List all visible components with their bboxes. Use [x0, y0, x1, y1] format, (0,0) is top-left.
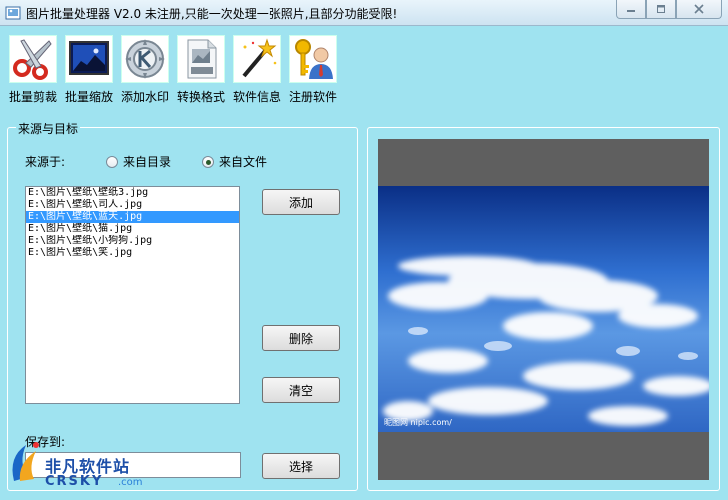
radio-label: 来自目录	[123, 155, 172, 169]
select-folder-button[interactable]: 选择	[262, 453, 340, 479]
file-list[interactable]: E:\图片\壁纸\壁纸3.jpg E:\图片\壁纸\司人.jpg E:\图片\壁…	[25, 186, 240, 404]
maximize-icon	[657, 5, 665, 13]
tool-label: 批量剪裁	[8, 90, 57, 104]
minimize-button[interactable]	[616, 0, 646, 19]
file-list-item[interactable]: E:\图片\壁纸\猫.jpg	[26, 223, 239, 235]
clear-button[interactable]: 清空	[262, 377, 340, 403]
window-title: 图片批量处理器 V2.0 未注册,只能一次处理一张照片,且部分功能受限!	[26, 7, 398, 21]
radio-from-file[interactable]: 来自文件	[202, 153, 267, 170]
tool-add-watermark[interactable]: 添加水印	[120, 35, 170, 105]
delete-button[interactable]: 删除	[262, 325, 340, 351]
tool-label: 软件信息	[232, 90, 281, 104]
tool-label: 转换格式	[176, 90, 225, 104]
tool-batch-crop[interactable]: 批量剪裁	[8, 35, 58, 105]
radio-button-on[interactable]	[202, 155, 214, 168]
jpeg-file-icon	[177, 35, 225, 83]
image-preview: 昵图网 nipic.com/	[378, 139, 709, 480]
close-button[interactable]	[676, 0, 722, 19]
toolbar: 批量剪裁 批量缩放 添加水印 转换格式 软件信息 注册软件	[8, 35, 338, 105]
radio-from-directory[interactable]: 来自目录	[106, 153, 171, 170]
tool-register-software[interactable]: 注册软件	[288, 35, 338, 105]
tool-label: 批量缩放	[64, 90, 113, 104]
group-title: 来源与目标	[16, 120, 81, 137]
client-area: 批量剪裁 批量缩放 添加水印 转换格式 软件信息 注册软件 来源与目标 来源于:…	[0, 27, 728, 500]
brand-domain: .com	[118, 477, 143, 488]
key-user-icon	[289, 35, 337, 83]
watermark-stamp-icon	[121, 35, 169, 83]
tool-software-info[interactable]: 软件信息	[232, 35, 282, 105]
tool-label: 添加水印	[120, 90, 169, 104]
brand-swirl-icon	[12, 442, 39, 481]
file-list-item[interactable]: E:\图片\壁纸\司人.jpg	[26, 199, 239, 211]
file-list-item-selected[interactable]: E:\图片\壁纸\蓝天.jpg	[26, 211, 239, 223]
title-bar: 图片批量处理器 V2.0 未注册,只能一次处理一张照片,且部分功能受限!	[0, 0, 728, 26]
scissors-icon	[9, 35, 57, 83]
file-list-item[interactable]: E:\图片\壁纸\壁纸3.jpg	[26, 187, 239, 199]
tool-batch-resize[interactable]: 批量缩放	[64, 35, 114, 105]
file-list-item[interactable]: E:\图片\壁纸\笑.jpg	[26, 247, 239, 259]
close-icon	[694, 4, 704, 14]
image-resize-icon	[65, 35, 113, 83]
magic-wand-icon	[233, 35, 281, 83]
minimize-icon	[627, 10, 635, 12]
photo-watermark: 昵图网 nipic.com/	[384, 418, 452, 427]
file-list-item[interactable]: E:\图片\壁纸\小狗狗.jpg	[26, 235, 239, 247]
radio-label: 来自文件	[219, 155, 268, 169]
preview-group: 昵图网 nipic.com/	[367, 127, 720, 491]
source-label: 来源于:	[25, 155, 66, 169]
preview-photo: 昵图网 nipic.com/	[378, 186, 709, 432]
maximize-button[interactable]	[646, 0, 676, 19]
add-button[interactable]: 添加	[262, 189, 340, 215]
tool-label: 注册软件	[288, 90, 337, 104]
app-icon	[5, 6, 21, 20]
window-controls	[616, 0, 722, 19]
radio-button-off[interactable]	[106, 155, 118, 168]
brand-name-en: CRSKY	[45, 474, 104, 489]
tool-convert-format[interactable]: 转换格式	[176, 35, 226, 105]
